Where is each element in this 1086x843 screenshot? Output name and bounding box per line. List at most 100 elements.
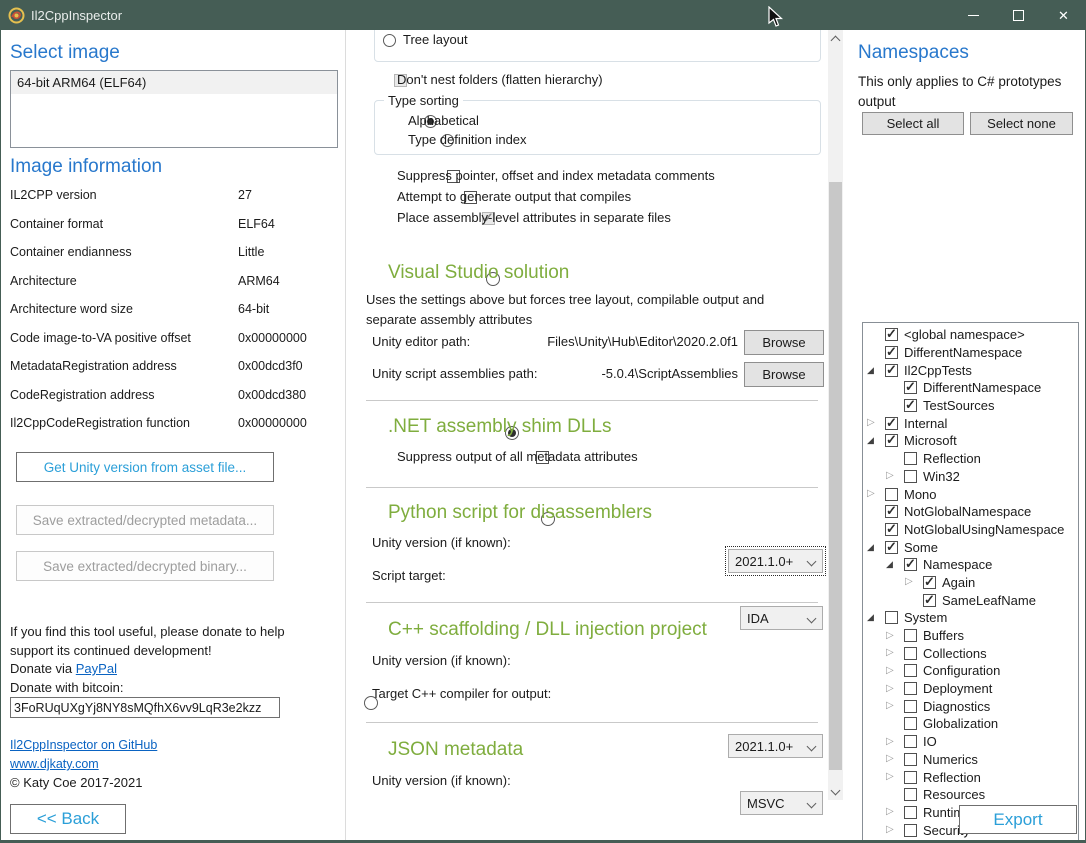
tree-checkbox[interactable] (904, 700, 917, 713)
tree-checkbox[interactable] (885, 328, 898, 341)
back-button[interactable]: << Back (10, 804, 126, 834)
tree-item[interactable]: ◢Microsoft (863, 432, 1078, 450)
browse-editor-path-button[interactable]: Browse (744, 330, 824, 355)
collapsed-expander-icon[interactable]: ▷ (886, 754, 904, 764)
expanded-expander-icon[interactable]: ◢ (867, 366, 885, 375)
tree-checkbox[interactable] (904, 717, 917, 730)
export-button[interactable]: Export (959, 805, 1077, 834)
tree-checkbox[interactable] (904, 558, 917, 571)
tree-checkbox[interactable] (885, 364, 898, 377)
python-unity-version-dropdown[interactable]: 2021.1.0+ (728, 549, 823, 573)
collapsed-expander-icon[interactable]: ▷ (886, 825, 904, 835)
tree-checkbox[interactable] (904, 647, 917, 660)
tree-checkbox[interactable] (904, 399, 917, 412)
tree-checkbox[interactable] (904, 664, 917, 677)
tree-item[interactable]: ▷Buffers (863, 627, 1078, 645)
tree-item[interactable]: ▷Configuration (863, 662, 1078, 680)
tree-item[interactable]: ◢Some (863, 538, 1078, 556)
website-link[interactable]: www.djkaty.com (10, 757, 99, 771)
expanded-expander-icon[interactable]: ◢ (867, 613, 885, 622)
tree-item[interactable]: <global namespace> (863, 326, 1078, 344)
script-target-dropdown[interactable]: IDA (740, 606, 823, 630)
tree-item[interactable]: TestSources (863, 397, 1078, 415)
select-none-button[interactable]: Select none (970, 112, 1073, 135)
bitcoin-address-input[interactable] (10, 697, 280, 718)
tree-checkbox[interactable] (904, 682, 917, 695)
center-scrollbar[interactable] (828, 30, 843, 800)
tree-item[interactable]: ◢Namespace (863, 556, 1078, 574)
collapsed-expander-icon[interactable]: ▷ (886, 648, 904, 658)
collapsed-expander-icon[interactable]: ▷ (886, 684, 904, 694)
tree-checkbox[interactable] (885, 611, 898, 624)
tree-checkbox[interactable] (885, 417, 898, 430)
maximize-button[interactable] (996, 0, 1041, 30)
tree-item[interactable]: ▷Deployment (863, 680, 1078, 698)
tree-item[interactable]: DifferentNamespace (863, 344, 1078, 362)
github-link[interactable]: Il2CppInspector on GitHub (10, 738, 157, 752)
get-unity-version-button[interactable]: Get Unity version from asset file... (16, 452, 274, 482)
cpp-compiler-dropdown[interactable]: MSVC (740, 791, 823, 815)
tree-checkbox[interactable] (904, 788, 917, 801)
tree-checkbox[interactable] (904, 735, 917, 748)
collapsed-expander-icon[interactable]: ▷ (886, 471, 904, 481)
collapsed-expander-icon[interactable]: ▷ (886, 772, 904, 782)
tree-checkbox[interactable] (904, 806, 917, 819)
tree-item[interactable]: ◢System (863, 609, 1078, 627)
tree-checkbox[interactable] (904, 629, 917, 642)
collapsed-expander-icon[interactable]: ▷ (886, 737, 904, 747)
tree-item[interactable]: ▷Win32 (863, 468, 1078, 486)
tree-checkbox[interactable] (904, 452, 917, 465)
collapsed-expander-icon[interactable]: ▷ (886, 807, 904, 817)
tree-layout-radio[interactable] (383, 34, 396, 47)
tree-checkbox[interactable] (885, 505, 898, 518)
center-scrollbar-thumb[interactable] (829, 182, 842, 770)
collapsed-expander-icon[interactable]: ▷ (905, 577, 923, 587)
tree-item[interactable]: NotGlobalNamespace (863, 503, 1078, 521)
tree-item[interactable]: Resources (863, 786, 1078, 804)
tree-item[interactable]: ▷Collections (863, 644, 1078, 662)
tree-checkbox[interactable] (885, 541, 898, 554)
select-all-button[interactable]: Select all (862, 112, 964, 135)
image-list-item[interactable]: 64-bit ARM64 (ELF64) (11, 71, 337, 94)
save-metadata-button[interactable]: Save extracted/decrypted metadata... (16, 505, 274, 535)
tree-item[interactable]: ▷Internal (863, 414, 1078, 432)
tree-item[interactable]: SameLeafName (863, 591, 1078, 609)
expanded-expander-icon[interactable]: ◢ (886, 560, 904, 569)
tree-checkbox[interactable] (923, 594, 936, 607)
cpp-unity-version-dropdown[interactable]: 2021.1.0+ (728, 734, 823, 758)
image-listbox[interactable]: 64-bit ARM64 (ELF64) (10, 70, 338, 148)
tree-checkbox[interactable] (904, 381, 917, 394)
browse-script-path-button[interactable]: Browse (744, 362, 824, 387)
expanded-expander-icon[interactable]: ◢ (867, 543, 885, 552)
paypal-link[interactable]: PayPal (76, 661, 117, 676)
tree-checkbox[interactable] (904, 753, 917, 766)
tree-item[interactable]: ▷IO (863, 733, 1078, 751)
scroll-up-button[interactable] (828, 30, 843, 47)
tree-checkbox[interactable] (923, 576, 936, 589)
collapsed-expander-icon[interactable]: ▷ (867, 489, 885, 499)
tree-item[interactable]: NotGlobalUsingNamespace (863, 521, 1078, 539)
tree-checkbox[interactable] (904, 470, 917, 483)
tree-item[interactable]: ▷Diagnostics (863, 697, 1078, 715)
scroll-down-button[interactable] (828, 783, 843, 800)
tree-checkbox[interactable] (904, 824, 917, 837)
save-binary-button[interactable]: Save extracted/decrypted binary... (16, 551, 274, 581)
tree-checkbox[interactable] (885, 434, 898, 447)
tree-item[interactable]: ▷Mono (863, 485, 1078, 503)
tree-item[interactable]: ◢Il2CppTests (863, 361, 1078, 379)
tree-item[interactable]: Reflection (863, 450, 1078, 468)
tree-checkbox[interactable] (904, 771, 917, 784)
unity-script-path-input[interactable]: -5.0.4\ScriptAssemblies (508, 366, 738, 381)
tree-item[interactable]: Globalization (863, 715, 1078, 733)
tree-item[interactable]: ▷Reflection (863, 768, 1078, 786)
tree-item[interactable]: DifferentNamespace (863, 379, 1078, 397)
collapsed-expander-icon[interactable]: ▷ (867, 418, 885, 428)
tree-checkbox[interactable] (885, 488, 898, 501)
expanded-expander-icon[interactable]: ◢ (867, 436, 885, 445)
collapsed-expander-icon[interactable]: ▷ (886, 631, 904, 641)
collapsed-expander-icon[interactable]: ▷ (886, 666, 904, 676)
close-button[interactable]: ✕ (1041, 0, 1086, 30)
tree-item[interactable]: ▷Again (863, 574, 1078, 592)
tree-item[interactable]: ▷Numerics (863, 751, 1078, 769)
unity-editor-path-input[interactable]: Files\Unity\Hub\Editor\2020.2.0f1 (508, 334, 738, 349)
